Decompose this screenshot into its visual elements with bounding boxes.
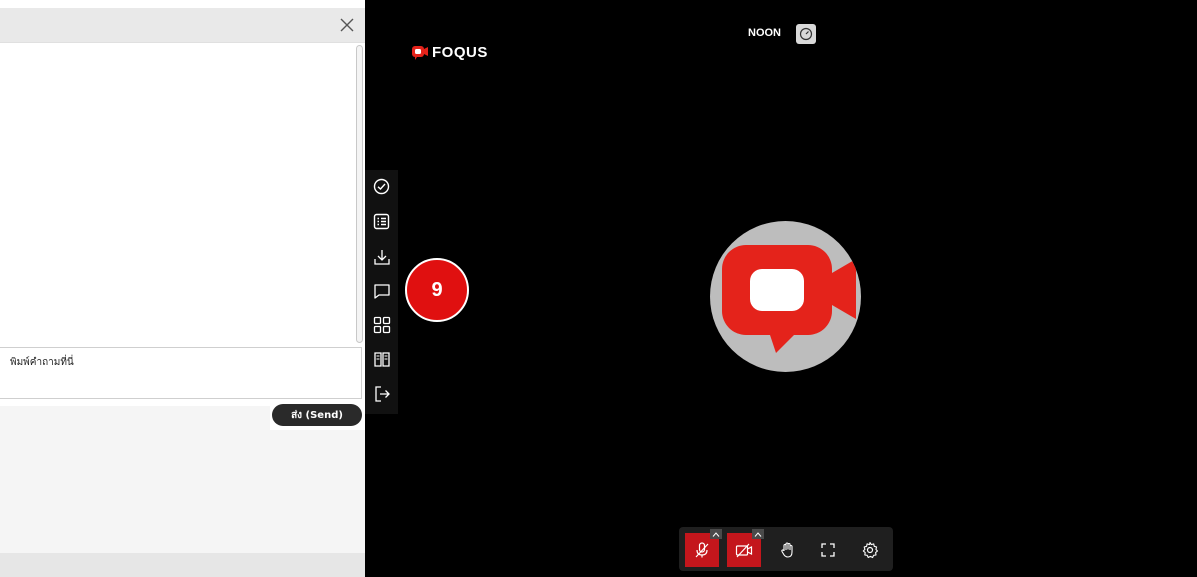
foqus-logo: FOQUS xyxy=(412,44,488,61)
download-icon[interactable] xyxy=(371,246,392,267)
camera-options-caret[interactable] xyxy=(752,529,764,539)
participant-avatar xyxy=(710,221,861,372)
raise-hand-button[interactable] xyxy=(771,533,805,567)
foqus-camera-logo-icon xyxy=(722,245,856,353)
chat-footer-area xyxy=(0,406,270,553)
chat-footer-area-right xyxy=(270,430,365,553)
logo-text: FOQUS xyxy=(432,44,488,61)
step-badge: 9 xyxy=(405,258,469,322)
exit-icon[interactable] xyxy=(371,383,392,404)
chat-messages xyxy=(0,42,365,346)
chat-bottom-bar xyxy=(0,553,365,577)
list-icon[interactable] xyxy=(371,211,392,232)
meeting-controls xyxy=(679,527,893,571)
send-button[interactable]: ส่ง (Send) xyxy=(272,404,362,426)
participant-name: NOON xyxy=(748,27,781,39)
video-stage: FOQUS NOON 9 xyxy=(365,0,1197,577)
check-circle-icon[interactable] xyxy=(371,176,392,197)
chat-scrollbar[interactable] xyxy=(356,45,363,343)
chevron-up-icon xyxy=(712,531,720,537)
book-icon[interactable] xyxy=(371,348,392,369)
fullscreen-icon xyxy=(821,543,835,557)
close-icon[interactable] xyxy=(337,15,357,35)
step-number: 9 xyxy=(431,278,443,301)
side-toolbar xyxy=(365,170,398,414)
settings-icon xyxy=(862,541,879,559)
question-input[interactable] xyxy=(0,347,362,399)
logo-camera-icon xyxy=(412,46,428,60)
settings-button[interactable] xyxy=(853,533,887,567)
chevron-up-icon xyxy=(754,531,762,537)
camera-off-icon xyxy=(735,543,753,558)
fullscreen-button[interactable] xyxy=(811,533,845,567)
mic-off-icon xyxy=(695,542,709,558)
raise-hand-icon xyxy=(781,542,793,558)
grid-icon[interactable] xyxy=(371,314,392,335)
speedometer-icon[interactable] xyxy=(796,24,816,44)
chat-header xyxy=(0,8,365,42)
mic-options-caret[interactable] xyxy=(710,529,722,539)
chat-icon[interactable] xyxy=(371,280,392,301)
chat-panel: ส่ง (Send) xyxy=(0,0,365,577)
